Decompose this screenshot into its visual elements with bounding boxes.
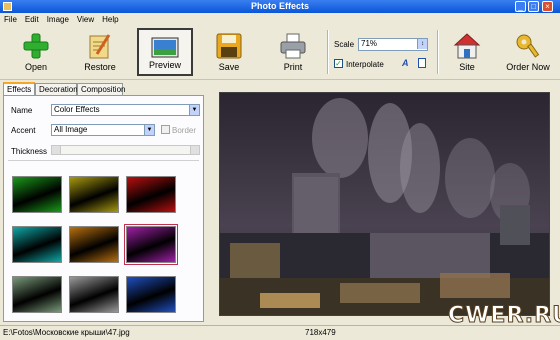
toolbar: Open Restore Preview Save Print Scale 71… [0,26,560,80]
scale-group: Scale 71% ↕ ✓ Interpolate A [330,30,434,76]
thickness-slider[interactable] [51,145,200,155]
photo-preview[interactable] [219,92,550,316]
preview-button[interactable]: Preview [137,28,193,76]
toolbar-separator [327,30,329,74]
scale-input[interactable]: 71% ↕ [358,38,428,51]
effects-panel: Effects Decoration Composition Name Colo… [0,80,208,325]
title-bar: Photo Effects _ □ × [0,0,560,13]
site-button[interactable]: Site [441,28,493,76]
restore-button[interactable]: Restore [70,28,130,76]
tab-decoration[interactable]: Decoration [35,83,78,95]
open-label: Open [24,62,48,72]
effect-thumbnail[interactable] [69,176,119,213]
menu-bar: File Edit Image View Help [0,13,560,26]
menu-edit[interactable]: Edit [21,13,43,24]
printer-icon [280,33,306,59]
chevron-down-icon[interactable]: ▼ [189,105,199,115]
tab-composition[interactable]: Composition [77,83,125,95]
open-button[interactable]: Open [6,28,66,76]
save-button[interactable]: Save [200,28,258,76]
effect-thumbnail[interactable] [126,176,176,213]
effect-thumbnail[interactable] [124,224,178,265]
file-path: E:\Fotos\Московские крыши\47.jpg [3,328,130,337]
font-icon[interactable]: A [402,58,409,68]
menu-help[interactable]: Help [98,13,122,24]
menu-image[interactable]: Image [43,13,73,24]
plus-icon [23,33,49,59]
watermark: CWER.RU [448,303,560,329]
border-checkbox[interactable] [161,125,170,134]
accent-value: All Image [54,125,88,134]
name-select[interactable]: Color Effects ▼ [51,104,200,116]
house-icon [453,33,481,59]
floppy-disk-icon [216,33,242,59]
print-label: Print [283,62,303,72]
name-label: Name [11,106,33,115]
scale-label: Scale [334,40,355,49]
site-label: Site [459,62,475,72]
slider-left-arrow[interactable] [52,146,61,154]
order-label: Order Now [506,62,550,72]
effect-thumbnail[interactable] [12,176,62,213]
chevron-down-icon[interactable]: ▼ [144,125,154,135]
print-button[interactable]: Print [263,28,323,76]
save-label: Save [218,62,240,72]
effects-tab-pane: Name Color Effects ▼ Accent All Image ▼ … [3,95,204,322]
thickness-label: Thickness [11,147,48,156]
image-view [209,80,560,325]
interpolate-checkbox[interactable]: ✓ [334,59,343,68]
picture-icon [151,37,179,58]
preview-label: Preview [148,60,181,70]
tab-effects[interactable]: Effects [3,82,35,96]
border-label: Border [172,126,197,135]
document-pencil-icon [89,34,111,59]
key-icon [516,34,540,58]
window-title: Photo Effects [250,1,309,11]
menu-file[interactable]: File [0,13,21,24]
restore-label: Restore [84,62,116,72]
effect-thumbnail[interactable] [69,226,119,263]
page-icon[interactable] [418,58,426,68]
order-now-button[interactable]: Order Now [497,28,559,76]
interpolate-label: Interpolate [346,60,384,69]
menu-view[interactable]: View [73,13,98,24]
effect-thumbnail[interactable] [126,276,176,313]
slider-right-arrow[interactable] [190,146,199,154]
toolbar-separator [437,30,439,74]
maximize-button[interactable]: □ [528,1,539,12]
divider [8,160,199,161]
effect-thumbnail[interactable] [12,226,62,263]
accent-select[interactable]: All Image ▼ [51,124,155,136]
city-night-photo [220,93,549,315]
effect-thumbnail[interactable] [12,276,62,313]
image-dimensions: 718x479 [305,328,336,337]
name-value: Color Effects [54,105,100,114]
close-button[interactable]: × [542,1,553,12]
effect-thumbnail[interactable] [69,276,119,313]
minimize-button[interactable]: _ [515,1,526,12]
scale-value: 71% [361,39,378,48]
accent-label: Accent [11,126,36,135]
effect-thumbnails [12,176,196,324]
scale-spin-icon[interactable]: ↕ [417,39,427,49]
